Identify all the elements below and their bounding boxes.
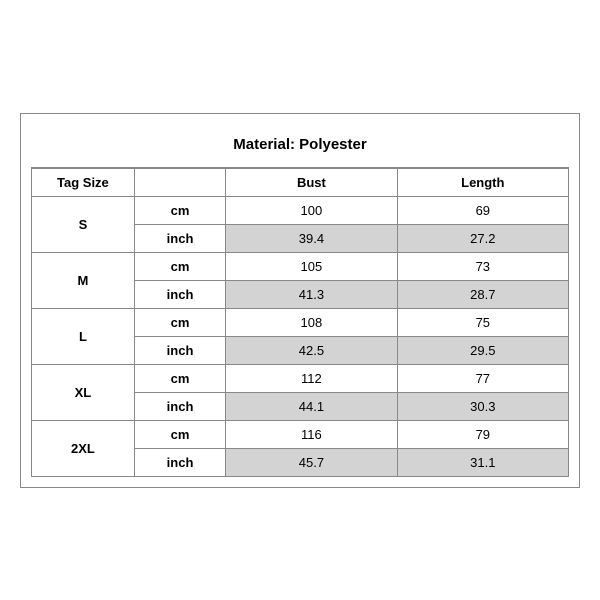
chart-title: Material: Polyester <box>31 124 569 168</box>
bust-cm: 108 <box>226 308 397 336</box>
header-bust: Bust <box>226 168 397 196</box>
bust-inch: 45.7 <box>226 448 397 476</box>
length-cm: 73 <box>397 252 568 280</box>
length-inch: 30.3 <box>397 392 568 420</box>
bust-cm: 100 <box>226 196 397 224</box>
header-length: Length <box>397 168 568 196</box>
bust-inch: 41.3 <box>226 280 397 308</box>
length-cm: 75 <box>397 308 568 336</box>
unit-cm: cm <box>134 308 225 336</box>
table-row: XL cm 112 77 <box>32 364 569 392</box>
size-label: XL <box>32 364 135 420</box>
length-cm: 69 <box>397 196 568 224</box>
bust-cm: 105 <box>226 252 397 280</box>
unit-inch: inch <box>134 280 225 308</box>
table-row: L cm 108 75 <box>32 308 569 336</box>
size-label: L <box>32 308 135 364</box>
bust-inch: 44.1 <box>226 392 397 420</box>
unit-cm: cm <box>134 364 225 392</box>
unit-cm: cm <box>134 252 225 280</box>
size-label: M <box>32 252 135 308</box>
header-tag-size: Tag Size <box>32 168 135 196</box>
unit-inch: inch <box>134 224 225 252</box>
header-unit <box>134 168 225 196</box>
bust-inch: 39.4 <box>226 224 397 252</box>
unit-cm: cm <box>134 196 225 224</box>
bust-cm: 116 <box>226 420 397 448</box>
length-cm: 79 <box>397 420 568 448</box>
length-inch: 28.7 <box>397 280 568 308</box>
length-cm: 77 <box>397 364 568 392</box>
length-inch: 29.5 <box>397 336 568 364</box>
length-inch: 31.1 <box>397 448 568 476</box>
unit-inch: inch <box>134 392 225 420</box>
unit-inch: inch <box>134 336 225 364</box>
size-label: 2XL <box>32 420 135 476</box>
unit-cm: cm <box>134 420 225 448</box>
unit-inch: inch <box>134 448 225 476</box>
table-row: 2XL cm 116 79 <box>32 420 569 448</box>
table-row: S cm 100 69 <box>32 196 569 224</box>
bust-cm: 112 <box>226 364 397 392</box>
table-row: M cm 105 73 <box>32 252 569 280</box>
length-inch: 27.2 <box>397 224 568 252</box>
bust-inch: 42.5 <box>226 336 397 364</box>
size-chart-container: Material: Polyester Tag Size Bust Length… <box>20 113 580 488</box>
size-table: Tag Size Bust Length S cm 100 69 inch 39… <box>31 168 569 477</box>
size-label: S <box>32 196 135 252</box>
